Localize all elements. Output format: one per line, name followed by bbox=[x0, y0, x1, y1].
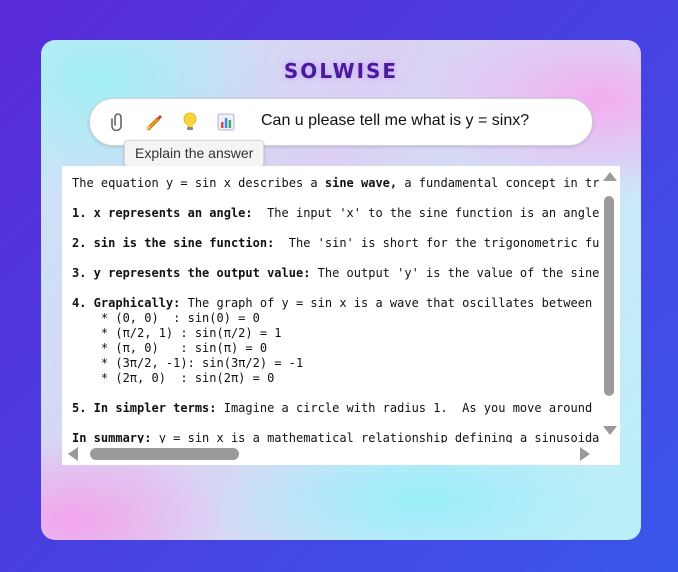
point-4-heading: 4. Graphically: bbox=[72, 296, 181, 310]
point-1-text: The input 'x' to the sine function is an… bbox=[267, 206, 599, 220]
vertical-scroll-thumb[interactable] bbox=[604, 196, 614, 396]
answer-content: The equation y = sin x describes a sine … bbox=[72, 176, 599, 443]
horizontal-scrollbar[interactable] bbox=[62, 443, 620, 465]
intro-bold: sine wave, bbox=[324, 176, 398, 190]
explain-tooltip: Explain the answer bbox=[124, 140, 265, 167]
intro-text: The equation y = sin x describes a bbox=[72, 176, 325, 190]
graph-point: * (0, 0) : sin(0) = 0 bbox=[72, 311, 260, 325]
answer-textarea[interactable]: The equation y = sin x describes a sine … bbox=[62, 166, 599, 443]
scroll-up-arrow-icon[interactable] bbox=[603, 172, 617, 181]
writing-hand-icon[interactable] bbox=[142, 110, 166, 134]
point-3-heading: 3. y represents the output value: bbox=[72, 266, 311, 280]
point-1-heading: 1. x represents an angle: bbox=[72, 206, 253, 220]
point-5-text: Imagine a circle with radius 1. As you m… bbox=[223, 401, 593, 415]
vertical-scrollbar[interactable] bbox=[599, 166, 620, 443]
summary-text: y = sin x is a mathematical relationship… bbox=[151, 431, 599, 443]
scroll-left-arrow-icon[interactable] bbox=[68, 447, 78, 461]
horizontal-scroll-thumb[interactable] bbox=[90, 448, 239, 460]
point-2-heading: 2. sin is the sine function: bbox=[72, 236, 275, 250]
point-3-text: The output 'y' is the value of the sine … bbox=[317, 266, 599, 280]
point-4-text: The graph of y = sin x is a wave that os… bbox=[187, 296, 593, 310]
point-2-text: The 'sin' is short for the trigonometric… bbox=[288, 236, 599, 250]
app-logo: SOLWISE bbox=[283, 59, 399, 83]
answer-panel: The equation y = sin x describes a sine … bbox=[62, 166, 620, 465]
app-card: SOLWISE Can u please tell me what is y =… bbox=[41, 40, 641, 540]
graph-point: * (π, 0) : sin(π) = 0 bbox=[72, 341, 268, 355]
summary-heading: In summary: bbox=[72, 431, 152, 443]
graph-point: * (π/2, 1) : sin(π/2) = 1 bbox=[72, 326, 282, 340]
intro-rest: a fundamental concept in trigonometry bbox=[404, 176, 599, 190]
query-bar: Can u please tell me what is y = sinx? bbox=[89, 98, 593, 146]
scroll-right-arrow-icon[interactable] bbox=[580, 447, 590, 461]
point-5-heading: 5. In simpler terms: bbox=[72, 401, 217, 415]
query-text[interactable]: Can u please tell me what is y = sinx? bbox=[261, 112, 529, 130]
scroll-down-arrow-icon[interactable] bbox=[603, 426, 617, 435]
graph-point: * (3π/2, -1): sin(3π/2) = -1 bbox=[72, 356, 304, 370]
clip-icon[interactable] bbox=[106, 110, 130, 134]
bar-chart-icon[interactable] bbox=[214, 110, 238, 134]
graph-point: * (2π, 0) : sin(2π) = 0 bbox=[72, 371, 275, 385]
lightbulb-icon[interactable] bbox=[178, 110, 202, 134]
